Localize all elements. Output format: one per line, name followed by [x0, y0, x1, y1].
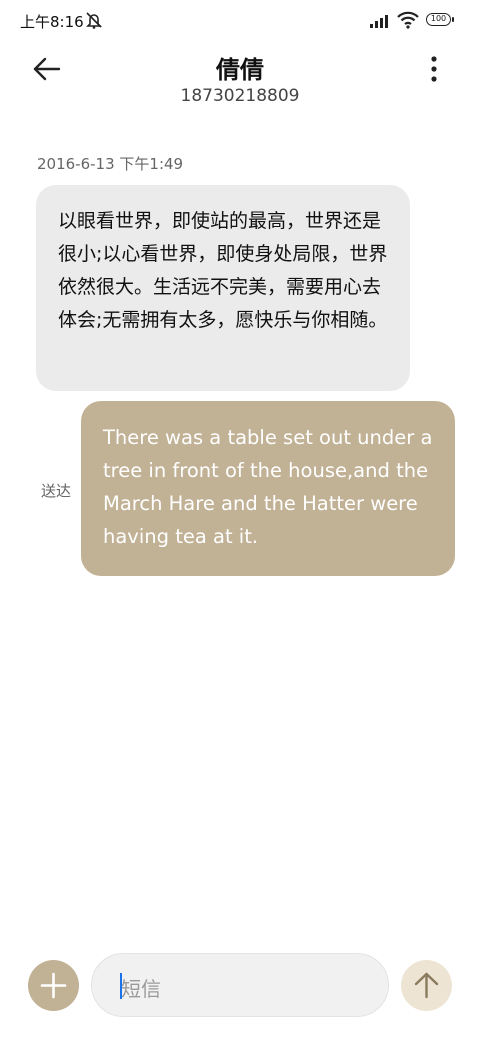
sms-conversation-screen: 上午8:16 100 倩倩 18730218809 2016-6-13 下午1:…: [0, 0, 480, 1040]
status-time: 上午8:16: [20, 13, 84, 31]
more-options-button[interactable]: [420, 54, 448, 84]
arrow-up-icon: [414, 972, 439, 999]
mute-icon: [84, 11, 104, 29]
contact-number: 18730218809: [180, 86, 300, 106]
status-bar: 上午8:16 100: [0, 0, 480, 40]
battery-icon: 100: [426, 13, 451, 26]
text-caret: [120, 973, 122, 999]
send-button[interactable]: [401, 960, 452, 1011]
sent-message-bubble[interactable]: There was a table set out under a tree i…: [81, 401, 455, 576]
signal-icon: [370, 13, 392, 28]
back-button[interactable]: [28, 52, 66, 86]
contact-name: 倩倩: [216, 56, 264, 84]
message-input-placeholder: 短信: [121, 977, 161, 1001]
arrow-left-icon: [33, 57, 61, 81]
attach-button[interactable]: [28, 960, 79, 1011]
received-message-bubble[interactable]: 以眼看世界，即使站的最高，世界还是很小;以心看世界，即使身处局限，世界依然很大。…: [36, 185, 410, 391]
plus-icon: [40, 972, 67, 999]
more-vertical-icon: [431, 56, 437, 82]
wifi-icon: [397, 11, 419, 29]
message-input[interactable]: 短信: [91, 953, 389, 1017]
delivery-status-label: 送达: [41, 482, 72, 500]
message-timestamp: 2016-6-13 下午1:49: [37, 155, 184, 173]
battery-tip: [452, 17, 454, 22]
